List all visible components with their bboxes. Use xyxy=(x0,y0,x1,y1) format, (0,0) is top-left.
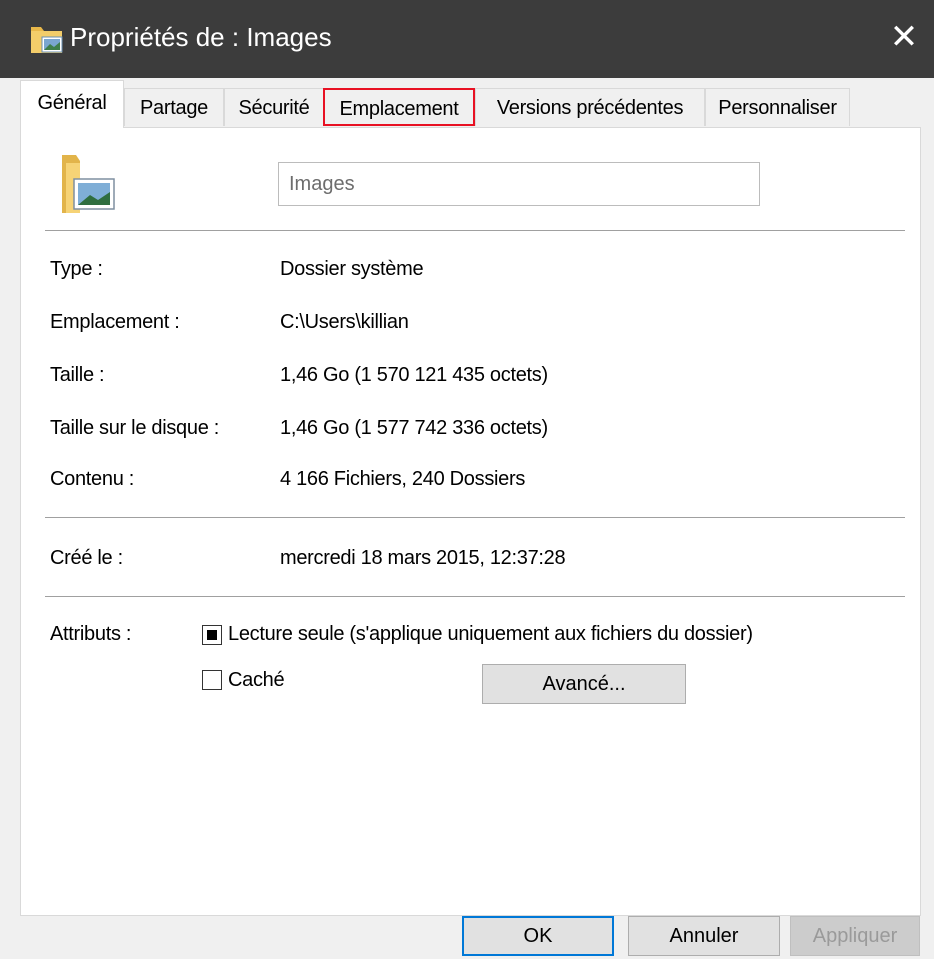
location-value: C:\Users\killian xyxy=(280,311,409,333)
tab-sharing[interactable]: Partage xyxy=(124,88,224,126)
general-tab-panel xyxy=(20,127,921,916)
pictures-folder-icon xyxy=(30,25,64,55)
title-bar: Propriétés de : Images ✕ xyxy=(0,0,934,78)
apply-button[interactable]: Appliquer xyxy=(790,916,920,956)
advanced-button[interactable]: Avancé... xyxy=(482,664,686,704)
tab-previous-versions[interactable]: Versions précédentes xyxy=(475,88,705,126)
size-value: 1,46 Go (1 570 121 435 octets) xyxy=(280,364,548,386)
tab-customize[interactable]: Personnaliser xyxy=(705,88,850,126)
attributes-label: Attributs : xyxy=(50,623,132,645)
folder-name-field[interactable]: Images xyxy=(278,162,760,206)
tab-strip: Général Partage Sécurité Emplacement Ver… xyxy=(20,80,920,128)
contents-label: Contenu : xyxy=(50,468,135,490)
separator xyxy=(45,230,905,231)
size-on-disk-label: Taille sur le disque : xyxy=(50,417,220,439)
hidden-label[interactable]: Caché xyxy=(228,669,285,692)
location-label: Emplacement : xyxy=(50,311,180,333)
separator xyxy=(45,596,905,597)
contents-value: 4 166 Fichiers, 240 Dossiers xyxy=(280,468,526,490)
hidden-checkbox[interactable] xyxy=(202,670,222,690)
window-title: Propriétés de : Images xyxy=(70,22,332,52)
readonly-label[interactable]: Lecture seule (s'applique uniquement aux… xyxy=(228,623,753,646)
separator xyxy=(45,517,905,518)
tab-security[interactable]: Sécurité xyxy=(224,88,324,126)
created-value: mercredi 18 mars 2015, 12:37:28 xyxy=(280,547,566,569)
size-on-disk-value: 1,46 Go (1 577 742 336 octets) xyxy=(280,417,548,439)
created-label: Créé le : xyxy=(50,547,123,569)
ok-button[interactable]: OK xyxy=(462,916,614,956)
tab-location[interactable]: Emplacement xyxy=(323,88,475,126)
close-button[interactable]: ✕ xyxy=(874,0,934,78)
tab-general[interactable]: Général xyxy=(20,80,124,128)
readonly-checkbox[interactable] xyxy=(202,625,222,645)
cancel-button[interactable]: Annuler xyxy=(628,916,780,956)
folder-icon xyxy=(60,153,120,215)
type-label: Type : xyxy=(50,258,103,280)
type-value: Dossier système xyxy=(280,258,424,280)
size-label: Taille : xyxy=(50,364,105,386)
